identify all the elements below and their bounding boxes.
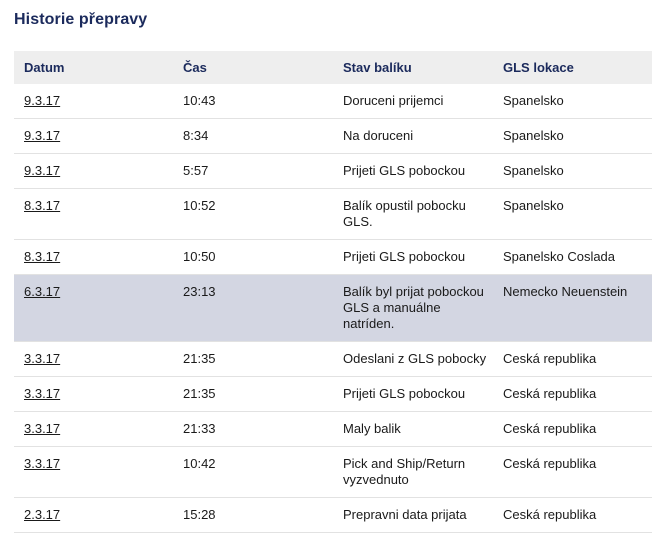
- date-cell: 2.3.17: [14, 497, 173, 533]
- column-header-status: Stav balíku: [333, 51, 493, 84]
- location-cell: Ceská republika: [493, 341, 652, 377]
- time-cell: 21:35: [173, 376, 333, 412]
- table-row: 2.3.17 15:28 Prepravni data prijata Cesk…: [14, 497, 652, 533]
- status-cell: Prepravni data prijata: [333, 497, 493, 533]
- location-cell: Spanelsko: [493, 118, 652, 154]
- table-row: 9.3.17 8:34 Na doruceni Spanelsko: [14, 118, 652, 154]
- time-cell: 23:13: [173, 274, 333, 342]
- date-link[interactable]: 9.3.17: [24, 93, 60, 108]
- location-cell: Spanelsko: [493, 84, 652, 119]
- table-row: 3.3.17 21:35 Prijeti GLS pobockou Ceská …: [14, 376, 652, 412]
- date-cell: 8.3.17: [14, 188, 173, 240]
- time-cell: 5:57: [173, 153, 333, 189]
- date-cell: 8.3.17: [14, 239, 173, 275]
- time-cell: 10:43: [173, 84, 333, 119]
- column-header-date: Datum: [14, 51, 173, 84]
- date-cell: 9.3.17: [14, 84, 173, 119]
- status-cell: Balík byl prijat pobockou GLS a manuálne…: [333, 274, 493, 342]
- time-cell: 10:50: [173, 239, 333, 275]
- status-cell: Prijeti GLS pobockou: [333, 153, 493, 189]
- shipment-history-panel: Historie přepravy Datum Čas Stav balíku …: [0, 0, 661, 533]
- table-row: 9.3.17 10:43 Doruceni prijemci Spanelsko: [14, 84, 652, 119]
- location-cell: Ceská republika: [493, 446, 652, 498]
- date-cell: 3.3.17: [14, 376, 173, 412]
- date-link[interactable]: 9.3.17: [24, 128, 60, 143]
- column-header-time: Čas: [173, 51, 333, 84]
- table-row: 3.3.17 10:42 Pick and Ship/Return vyzved…: [14, 446, 652, 498]
- status-cell: Odeslani z GLS pobocky: [333, 341, 493, 377]
- date-link[interactable]: 8.3.17: [24, 249, 60, 264]
- date-link[interactable]: 3.3.17: [24, 351, 60, 366]
- location-cell: Ceská republika: [493, 497, 652, 533]
- time-cell: 21:33: [173, 411, 333, 447]
- table-row: 3.3.17 21:35 Odeslani z GLS pobocky Cesk…: [14, 341, 652, 377]
- status-cell: Na doruceni: [333, 118, 493, 154]
- date-link[interactable]: 6.3.17: [24, 284, 60, 299]
- status-cell: Pick and Ship/Return vyzvednuto: [333, 446, 493, 498]
- date-cell: 3.3.17: [14, 411, 173, 447]
- time-cell: 10:52: [173, 188, 333, 240]
- table-row: 8.3.17 10:50 Prijeti GLS pobockou Spanel…: [14, 239, 652, 275]
- date-link[interactable]: 8.3.17: [24, 198, 60, 213]
- column-header-location: GLS lokace: [493, 51, 652, 84]
- location-cell: Spanelsko: [493, 153, 652, 189]
- location-cell: Spanelsko: [493, 188, 652, 240]
- status-cell: Prijeti GLS pobockou: [333, 239, 493, 275]
- location-cell: Ceská republika: [493, 411, 652, 447]
- status-cell: Prijeti GLS pobockou: [333, 376, 493, 412]
- time-cell: 15:28: [173, 497, 333, 533]
- table-row: 9.3.17 5:57 Prijeti GLS pobockou Spanels…: [14, 153, 652, 189]
- date-cell: 9.3.17: [14, 153, 173, 189]
- status-cell: Maly balik: [333, 411, 493, 447]
- date-link[interactable]: 3.3.17: [24, 386, 60, 401]
- table-row: 8.3.17 10:52 Balík opustil pobocku GLS. …: [14, 188, 652, 240]
- table-header-row: Datum Čas Stav balíku GLS lokace: [14, 51, 652, 84]
- date-cell: 9.3.17: [14, 118, 173, 154]
- date-link[interactable]: 3.3.17: [24, 456, 60, 471]
- table-row-highlighted: 6.3.17 23:13 Balík byl prijat pobockou G…: [14, 274, 652, 342]
- date-link[interactable]: 9.3.17: [24, 163, 60, 178]
- location-cell: Nemecko Neuenstein: [493, 274, 652, 342]
- date-cell: 6.3.17: [14, 274, 173, 342]
- date-cell: 3.3.17: [14, 341, 173, 377]
- location-cell: Ceská republika: [493, 376, 652, 412]
- date-link[interactable]: 3.3.17: [24, 421, 60, 436]
- date-link[interactable]: 2.3.17: [24, 507, 60, 522]
- tracking-history-table: Datum Čas Stav balíku GLS lokace 9.3.17 …: [14, 51, 652, 533]
- page-title: Historie přepravy: [14, 11, 148, 28]
- location-cell: Spanelsko Coslada: [493, 239, 652, 275]
- time-cell: 21:35: [173, 341, 333, 377]
- table-row: 3.3.17 21:33 Maly balik Ceská republika: [14, 411, 652, 447]
- status-cell: Doruceni prijemci: [333, 84, 493, 119]
- time-cell: 8:34: [173, 118, 333, 154]
- date-cell: 3.3.17: [14, 446, 173, 498]
- time-cell: 10:42: [173, 446, 333, 498]
- status-cell: Balík opustil pobocku GLS.: [333, 188, 493, 240]
